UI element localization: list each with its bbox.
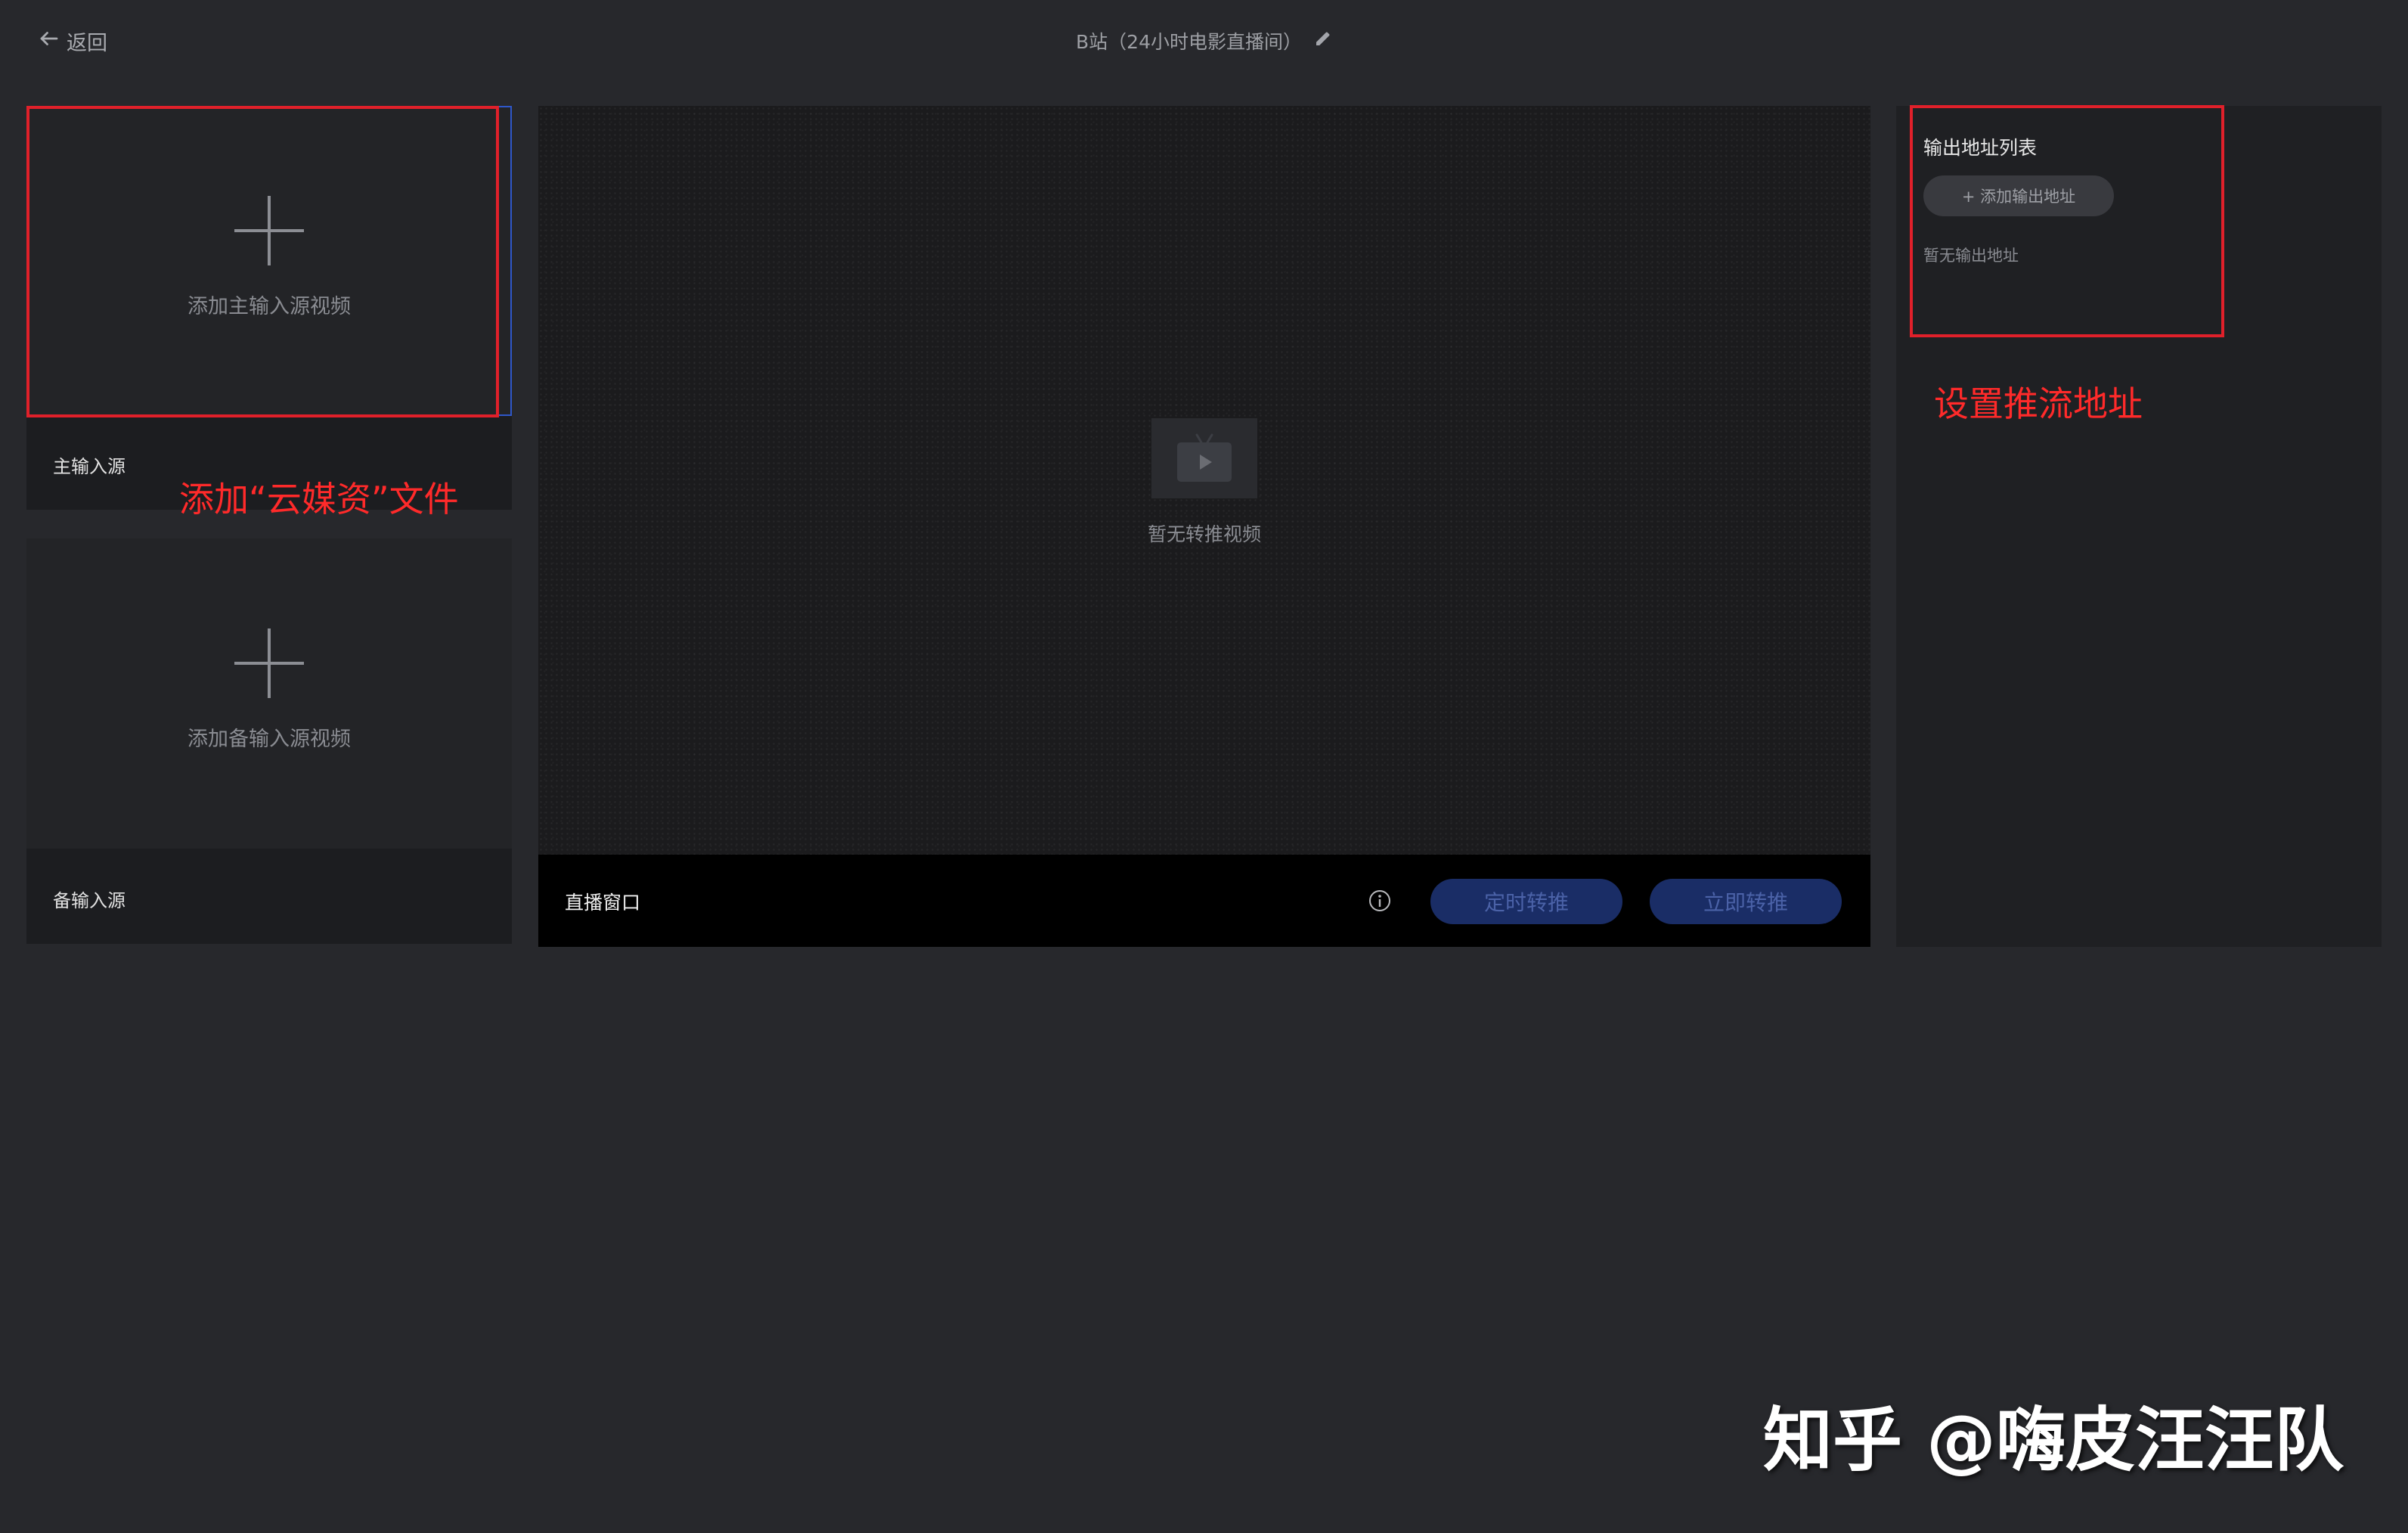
plus-icon xyxy=(234,628,304,698)
preview-control-bar: 直播窗口 定时转推 立即转推 xyxy=(538,855,1870,947)
push-now-button[interactable]: 立即转推 xyxy=(1650,879,1842,924)
add-output-button[interactable]: + 添加输出地址 xyxy=(1923,175,2114,216)
empty-state: 暂无转推视频 xyxy=(538,418,1870,547)
page-title-bar: B站（24小时电影直播间） xyxy=(0,26,2408,56)
add-main-source-label: 添加主输入源视频 xyxy=(187,294,351,318)
plus-icon xyxy=(234,195,304,265)
add-main-source-button[interactable]: 添加主输入源视频 xyxy=(26,106,512,416)
annotation-set-push-url: 设置推流地址 xyxy=(1934,383,2143,424)
watermark: 知乎 @嗨皮汪汪队 xyxy=(1762,1400,2344,1481)
page-title: B站（24小时电影直播间） xyxy=(1076,31,1302,53)
live-window-label: 直播窗口 xyxy=(565,892,641,914)
backup-source-panel: 添加备输入源视频 备输入源 xyxy=(26,538,512,944)
scheduled-push-button[interactable]: 定时转推 xyxy=(1430,879,1622,924)
empty-state-text: 暂无转推视频 xyxy=(1147,523,1261,545)
edit-icon[interactable] xyxy=(1314,29,1332,52)
main-source-panel: 添加主输入源视频 主输入源 xyxy=(26,106,512,510)
preview-screen: 暂无转推视频 xyxy=(538,106,1870,855)
main-source-label: 主输入源 xyxy=(53,456,126,477)
live-preview: 暂无转推视频 直播窗口 定时转推 立即转推 xyxy=(538,106,1870,947)
output-list-title: 输出地址列表 xyxy=(1923,137,2038,159)
info-icon[interactable] xyxy=(1367,888,1393,914)
add-backup-source-label: 添加备输入源视频 xyxy=(187,727,351,751)
annotation-add-media: 添加“云媒资”文件 xyxy=(179,479,459,520)
tv-icon xyxy=(1151,418,1257,498)
backup-source-label: 备输入源 xyxy=(53,890,126,911)
output-empty-text: 暂无输出地址 xyxy=(1923,247,2019,265)
add-backup-source-button[interactable]: 添加备输入源视频 xyxy=(26,538,512,849)
output-panel: 输出地址列表 + 添加输出地址 暂无输出地址 xyxy=(1896,106,2382,947)
